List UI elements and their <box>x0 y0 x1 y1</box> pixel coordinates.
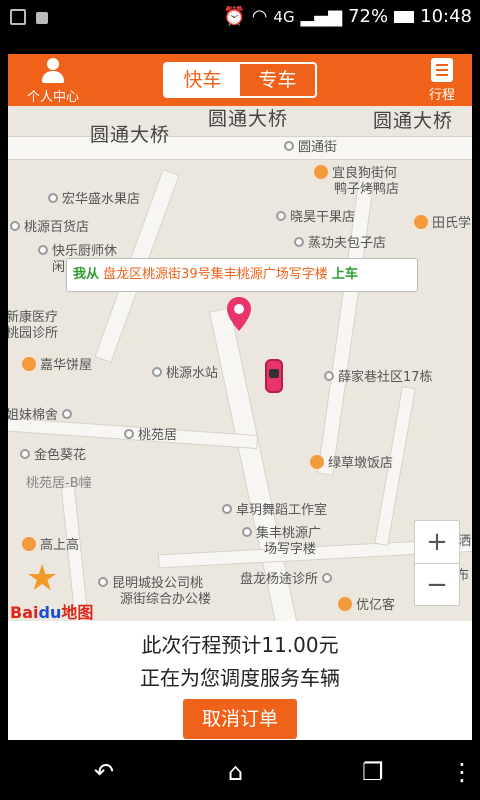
map-poi[interactable]: 嘉华饼屋 <box>22 354 92 373</box>
map-poi: 桃园诊所 <box>8 326 59 341</box>
map-poi[interactable]: 优亿客 <box>338 594 395 613</box>
pickup-address: 盘龙区桃源街39号集丰桃源广场写字楼 <box>103 267 328 282</box>
network-type: 4G <box>273 7 295 26</box>
map-poi[interactable]: 桃苑居 <box>124 424 177 443</box>
map-poi[interactable]: 桃源百货店 <box>10 216 89 235</box>
pickup-address-callout[interactable]: 我从 盘龙区桃源街39号集丰桃源广场写字楼 上车 <box>66 258 418 292</box>
order-status-panel: 此次行程预计11.00元 正在为您调度服务车辆 取消订单 <box>8 621 472 740</box>
alarm-icon: ⏰ <box>223 6 246 27</box>
car-icon <box>265 359 283 393</box>
zoom-controls: + − <box>414 520 460 606</box>
back-icon[interactable]: ↶ <box>94 758 114 786</box>
map-poi[interactable]: 金色葵花 <box>20 444 86 463</box>
map-poi[interactable]: 薛家巷社区17栋 <box>324 366 433 385</box>
star-icon: ★ <box>26 558 59 599</box>
cancel-order-button[interactable]: 取消订单 <box>183 699 297 739</box>
map-poi: 桃苑居-B幢 <box>26 476 92 491</box>
profile-button[interactable]: 个人中心 <box>18 58 88 105</box>
menu-icon[interactable]: ⋮ <box>450 758 474 786</box>
pickup-prefix: 我从 <box>73 267 100 282</box>
recents-icon[interactable]: ❐ <box>362 758 384 786</box>
pickup-suffix: 上车 <box>331 267 358 282</box>
app-screen: ⏰ ◠ 4G ▂▄▆ 72% 10:48 个人中心 快车 专车 行程 圆通大桥 … <box>0 0 480 800</box>
status-bar: ⏰ ◠ 4G ▂▄▆ 72% 10:48 <box>0 0 480 36</box>
trips-button[interactable]: 行程 <box>422 58 462 103</box>
map-poi[interactable]: 宏华盛水果店 <box>48 188 140 207</box>
home-icon[interactable]: ⌂ <box>228 758 243 786</box>
location-pin-icon <box>227 297 251 331</box>
map-poi[interactable]: 蒸功夫包子店 <box>294 232 386 251</box>
road-label: 圆通大桥 <box>373 110 454 132</box>
signal-icon: ▂▄▆ <box>300 6 343 27</box>
document-icon <box>431 58 453 82</box>
profile-label: 个人中心 <box>26 90 79 105</box>
map-poi: 闲 <box>52 260 66 275</box>
trips-label: 行程 <box>428 88 455 103</box>
map-poi[interactable]: 卓玥舞蹈工作室 <box>222 499 327 518</box>
map-poi: 场写字楼 <box>264 542 317 557</box>
map-poi[interactable]: 高上高 <box>22 534 79 553</box>
gallery-icon <box>10 9 26 25</box>
tab-premier[interactable]: 专车 <box>240 64 315 96</box>
zoom-out-button[interactable]: − <box>415 564 459 606</box>
map-poi[interactable]: 田氏学 <box>414 212 471 231</box>
map-view[interactable]: 圆通大桥 圆通大桥 圆通大桥 圆通街 宜良狗街何 鸭子烤鸭店 宏华盛水果店 晓昊… <box>8 106 472 621</box>
baidu-map-logo: ★ Baidu地图 <box>10 558 94 622</box>
map-poi[interactable]: 桃源水站 <box>152 362 218 381</box>
clock: 10:48 <box>420 6 472 27</box>
lock-icon <box>36 12 48 24</box>
fare-estimate: 此次行程预计11.00元 <box>141 633 339 657</box>
wifi-icon: ◠ <box>251 6 268 27</box>
dispatch-status: 正在为您调度服务车辆 <box>140 666 340 690</box>
person-icon <box>41 58 65 84</box>
map-poi[interactable]: 圆通街 <box>284 136 337 155</box>
map-poi[interactable]: 绿草墩饭店 <box>310 452 393 471</box>
tab-express[interactable]: 快车 <box>165 64 240 96</box>
map-poi[interactable]: 快乐厨师休 <box>38 240 117 259</box>
road <box>8 136 472 160</box>
battery-icon <box>394 10 415 23</box>
road-label: 圆通大桥 <box>208 108 289 130</box>
service-type-tabs: 快车 专车 <box>163 62 317 98</box>
map-poi: 源街综合办公楼 <box>120 592 212 607</box>
zoom-in-button[interactable]: + <box>415 521 459 563</box>
top-header: 个人中心 快车 专车 行程 <box>8 54 472 106</box>
map-poi: 鸭子烤鸭店 <box>334 182 400 197</box>
map-poi[interactable]: 姐妹棉舍 <box>8 404 73 423</box>
road-label: 圆通大桥 <box>90 124 171 146</box>
map-poi[interactable]: 盘龙杨途诊所 <box>240 568 333 587</box>
map-poi[interactable]: 晓昊干果店 <box>276 206 355 225</box>
battery-text: 72% <box>348 6 389 27</box>
system-nav-bar: ↶ ⌂ ❐ ⋮ <box>0 740 480 800</box>
